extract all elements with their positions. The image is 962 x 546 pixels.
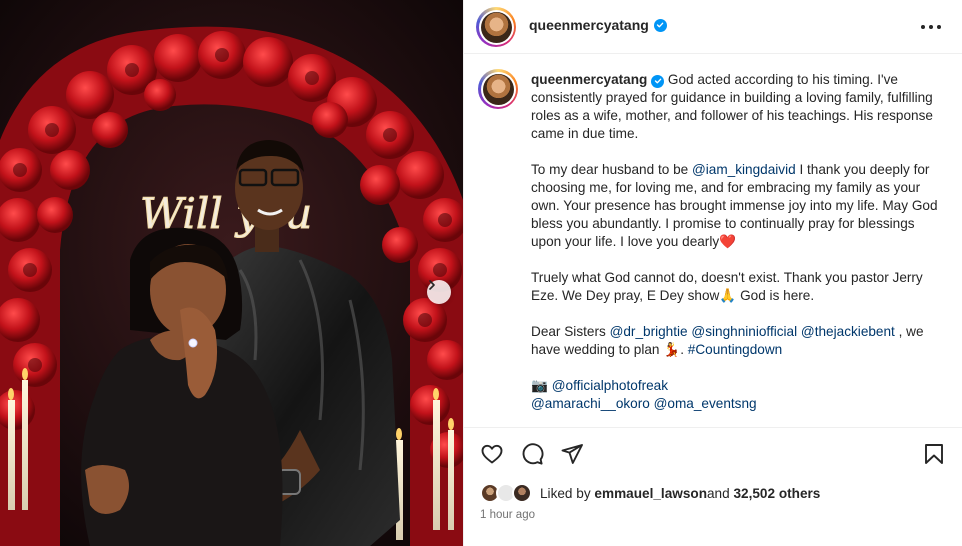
- liker-avatars: [480, 482, 534, 504]
- caption-area: queenmercyatang God acted according to h…: [464, 55, 962, 426]
- bookmark-icon[interactable]: [922, 442, 946, 466]
- mention-link[interactable]: @singhniniofficial: [691, 324, 797, 339]
- mention-link[interactable]: @thejackiebent: [801, 324, 895, 339]
- liker-username[interactable]: emmauel_lawson: [594, 486, 707, 501]
- red-heart-emoji: ❤️: [719, 234, 737, 249]
- caption-paragraph-2: To my dear husband to be @iam_kingdaivid…: [531, 162, 938, 249]
- caption-paragraph-5: 📷 @officialphotofreak @amarachi__okoro @o…: [531, 377, 943, 413]
- caption-author-avatar[interactable]: [478, 69, 518, 109]
- caption-paragraph-4: Dear Sisters @dr_brightie @singhninioffi…: [531, 324, 924, 357]
- author-avatar-image: [480, 11, 512, 43]
- instagram-post: Will you queenmercyatang queenmercyatang…: [0, 0, 962, 546]
- dancer-emoji: 💃: [663, 342, 681, 357]
- likes-summary: Liked by emmauel_lawson and 32,502 other…: [480, 482, 820, 504]
- mention-link[interactable]: @oma_eventsng: [654, 396, 757, 411]
- hashtag-link[interactable]: #Countingdown: [688, 342, 782, 357]
- author-username: queenmercyatang: [529, 17, 649, 33]
- mention-link[interactable]: @amarachi__okoro: [531, 396, 650, 411]
- caption-username[interactable]: queenmercyatang: [531, 72, 665, 88]
- action-bar: [464, 427, 962, 479]
- chevron-right-icon: [429, 280, 435, 290]
- mention-link[interactable]: @officialphotofreak: [552, 378, 668, 393]
- paper-plane-icon[interactable]: [560, 442, 584, 466]
- mention-link[interactable]: @iam_kingdaivid: [692, 162, 796, 177]
- post-header: queenmercyatang: [464, 0, 962, 54]
- others-likes-link[interactable]: 32,502 others: [733, 486, 820, 501]
- post-photo[interactable]: Will you: [0, 0, 463, 546]
- caption-text: queenmercyatang God acted according to h…: [531, 71, 943, 413]
- post-details-panel: queenmercyatang queenmercyatang God acte…: [463, 0, 962, 546]
- heart-icon[interactable]: [480, 442, 504, 466]
- liker-avatar[interactable]: [512, 483, 532, 503]
- author-username-link[interactable]: queenmercyatang: [529, 17, 667, 33]
- comment-icon[interactable]: [520, 442, 544, 466]
- praying-hands-emoji: 🙏: [719, 288, 737, 303]
- carousel-next-button[interactable]: [427, 280, 451, 304]
- caption-paragraph-1: queenmercyatang God acted according to h…: [531, 72, 933, 141]
- caption-paragraph-3: Truely what God cannot do, doesn't exist…: [531, 270, 923, 303]
- post-timestamp[interactable]: 1 hour ago: [480, 509, 535, 521]
- engagement-photo-illustration: Will you: [0, 0, 463, 546]
- author-avatar[interactable]: [476, 7, 516, 47]
- mention-link[interactable]: @dr_brightie: [610, 324, 688, 339]
- camera-emoji: 📷: [531, 378, 548, 393]
- more-options-icon[interactable]: [921, 18, 941, 36]
- verified-badge-icon: [653, 18, 667, 32]
- verified-badge-icon: [651, 74, 665, 88]
